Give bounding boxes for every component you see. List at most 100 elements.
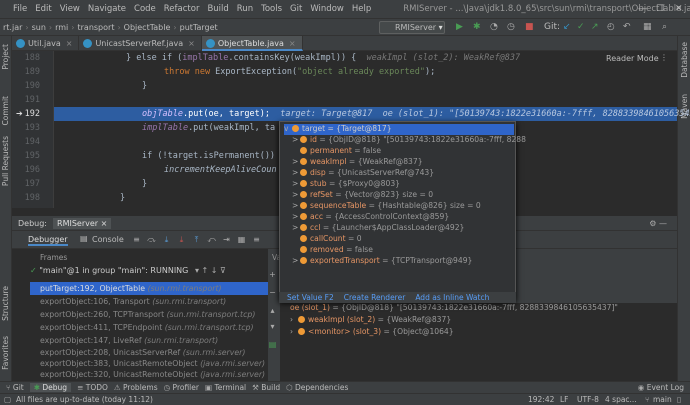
menu-navigate[interactable]: Navigate — [88, 4, 126, 14]
git-update-icon[interactable]: ↙ — [563, 22, 571, 32]
breadcrumb-objecttable[interactable]: ObjectTable — [124, 23, 171, 32]
debug-session-tab[interactable]: RMIServer × — [53, 217, 112, 229]
pull-requests-tool-tab[interactable]: Pull Requests — [1, 136, 10, 186]
remove-watch-icon[interactable]: − — [268, 288, 277, 297]
file-encoding[interactable]: UTF-8 — [577, 395, 599, 404]
step-over-icon[interactable]: ⤼ — [147, 235, 156, 244]
menu-build[interactable]: Build — [207, 4, 228, 14]
popup-row[interactable]: callCount = 0 — [292, 234, 362, 245]
database-tool-tab[interactable]: Database — [680, 42, 689, 78]
step-into-icon[interactable]: ⤓ — [162, 235, 171, 244]
menu-git[interactable]: Git — [290, 4, 302, 14]
git-commit-icon[interactable]: ✓ — [577, 22, 585, 32]
todo-tool-button[interactable]: ≡ TODO — [77, 383, 108, 392]
menu-file[interactable]: File — [13, 4, 27, 14]
reader-mode-button[interactable]: Reader Mode — [606, 54, 659, 63]
inspections-icon[interactable]: ⋮ — [660, 53, 668, 62]
settings-icon[interactable]: ⚙ — — [649, 219, 667, 228]
tab-unicastserverref-java[interactable]: UnicastServerRef.java × — [79, 36, 202, 51]
add-inline-watch-link[interactable]: Add as Inline Watch — [415, 293, 489, 302]
popup-row[interactable]: > id = {ObjID@818} "[50139743:1822e31660a… — [292, 135, 526, 146]
stop-icon[interactable]: ■ — [525, 22, 534, 32]
close-tab-icon[interactable]: × — [66, 39, 73, 48]
problems-tool-button[interactable]: ⚠ Problems — [114, 383, 158, 392]
variable-row[interactable]: › <monitor> (slot_3) = {Object@1064} — [290, 327, 454, 336]
force-step-into-icon[interactable]: ⤓ — [177, 235, 186, 244]
frame-item[interactable]: putTarget:192, ObjectTable (sun.rmi.tran… — [40, 284, 222, 293]
run-icon[interactable]: ▶ — [456, 22, 463, 32]
debug-tool-button[interactable]: ✱ Debug — [29, 383, 72, 392]
breadcrumb-transport[interactable]: transport — [77, 23, 114, 32]
popup-row[interactable]: removed = false — [292, 245, 373, 256]
menu-tools[interactable]: Tools — [261, 4, 282, 14]
menu-help[interactable]: Help — [352, 4, 371, 14]
menu-view[interactable]: View — [60, 4, 80, 14]
profile-icon[interactable]: ◷ — [507, 22, 515, 32]
profiler-tool-button[interactable]: ◷ Profiler — [164, 383, 199, 392]
debug-icon[interactable]: ✱ — [473, 22, 481, 32]
terminal-tool-button[interactable]: ▣ Terminal — [205, 383, 246, 392]
menu-edit[interactable]: Edit — [35, 4, 51, 14]
git-push-icon[interactable]: ↗ — [591, 22, 599, 32]
show-execution-point-icon[interactable]: ≡ — [132, 235, 141, 244]
step-out-icon[interactable]: ⤒ — [192, 235, 201, 244]
frame-item[interactable]: exportObject:147, LiveRef (sun.rmi.trans… — [40, 336, 218, 345]
history-icon[interactable]: ◴ — [607, 22, 615, 32]
build-tool-button[interactable]: ⚒ Build — [252, 383, 280, 392]
frame-item[interactable]: exportObject:260, TCPTransport (sun.rmi.… — [40, 310, 255, 319]
move-up-icon[interactable]: ▴ — [268, 306, 277, 315]
frame-item[interactable]: exportObject:383, UnicastRemoteObject (j… — [40, 359, 265, 368]
popup-row[interactable]: > ccl = {Launcher$AppClassLoader@492} — [292, 223, 464, 234]
menu-window[interactable]: Window — [310, 4, 344, 14]
breadcrumb-rmi[interactable]: rmi — [55, 23, 68, 32]
copy-icon[interactable]: ▤ — [268, 340, 277, 349]
dependencies-tool-button[interactable]: ⬡ Dependencies — [286, 383, 348, 392]
set-value-link[interactable]: Set Value F2 — [287, 293, 334, 302]
commit-tool-tab[interactable]: Commit — [1, 96, 10, 125]
popup-row[interactable]: > exportedTransport = {TCPTransport@949} — [292, 256, 472, 267]
lock-icon[interactable]: ▯ — [677, 395, 681, 404]
caret-position[interactable]: 192:42 — [528, 395, 554, 404]
maximize-icon[interactable]: ☐ — [656, 4, 664, 14]
thread-filter-icons[interactable]: ▾ ↑ ↓ ⊽ — [195, 266, 226, 275]
thread-selector[interactable]: ✓ "main"@1 in group "main": RUNNING — [30, 266, 188, 275]
popup-row[interactable]: > sequenceTable = {Hashtable@826} size = … — [292, 201, 481, 212]
menu-code[interactable]: Code — [134, 4, 156, 14]
frame-item[interactable]: exportObject:208, UnicastServerRef (sun.… — [40, 348, 245, 357]
breadcrumb-rtjar[interactable]: rt.jar — [3, 23, 22, 32]
run-configuration-select[interactable]: RMIServer ▾ — [379, 21, 445, 34]
run-to-cursor-icon[interactable]: ⇥ — [222, 235, 231, 244]
frame-item[interactable]: exportObject:106, Transport (sun.rmi.tra… — [40, 297, 226, 306]
project-tool-tab[interactable]: Project — [1, 44, 10, 70]
popup-row[interactable]: > weakImpl = {WeakRef@837} — [292, 157, 423, 168]
frame-item[interactable]: exportObject:320, UnicastRemoteObject (j… — [40, 370, 265, 379]
move-down-icon[interactable]: ▾ — [268, 322, 277, 331]
popup-row[interactable]: > refSet = {Vector@823} size = 0 — [292, 190, 433, 201]
drop-frame-icon[interactable]: ⤺ — [207, 235, 216, 244]
popup-row[interactable]: > acc = {AccessControlContext@859} — [292, 212, 449, 223]
variable-row[interactable]: oe (slot_1) = {ObjID@818} "[50139743:182… — [290, 303, 618, 312]
more-icon[interactable]: ≡ — [252, 235, 261, 244]
frame-item[interactable]: exportObject:411, TCPEndpoint (sun.rmi.t… — [40, 323, 254, 332]
event-log-button[interactable]: ◉ Event Log — [638, 383, 684, 392]
popup-row-target[interactable]: v target = {Target@817} — [284, 124, 514, 135]
popup-row[interactable]: > stub = {$Proxy0@803} — [292, 179, 400, 190]
git-branch[interactable]: main — [653, 395, 672, 404]
indent-setting[interactable]: 4 spac... — [605, 395, 637, 404]
add-watch-icon[interactable]: + — [268, 270, 277, 279]
coverage-icon[interactable]: ◔ — [490, 22, 498, 32]
tab-debugger[interactable]: Debugger — [28, 235, 68, 246]
menu-run[interactable]: Run — [237, 4, 253, 14]
create-renderer-link[interactable]: Create Renderer — [344, 293, 406, 302]
project-structure-icon[interactable]: ▦ — [643, 22, 652, 32]
tab-objecttable-java[interactable]: ObjectTable.java × — [201, 36, 303, 51]
rollback-icon[interactable]: ↶ — [623, 22, 631, 32]
tab-util-java[interactable]: Util.java × — [12, 36, 80, 51]
menu-refactor[interactable]: Refactor — [164, 4, 200, 14]
close-window-icon[interactable]: ✕ — [675, 4, 683, 14]
line-separator[interactable]: LF — [560, 395, 569, 404]
variable-row[interactable]: › weakImpl (slot_2) = {WeakRef@837} — [290, 315, 451, 324]
close-tab-icon[interactable]: × — [188, 39, 195, 48]
popup-row[interactable]: permanent = false — [292, 146, 381, 157]
structure-tool-tab[interactable]: Structure — [1, 286, 10, 321]
